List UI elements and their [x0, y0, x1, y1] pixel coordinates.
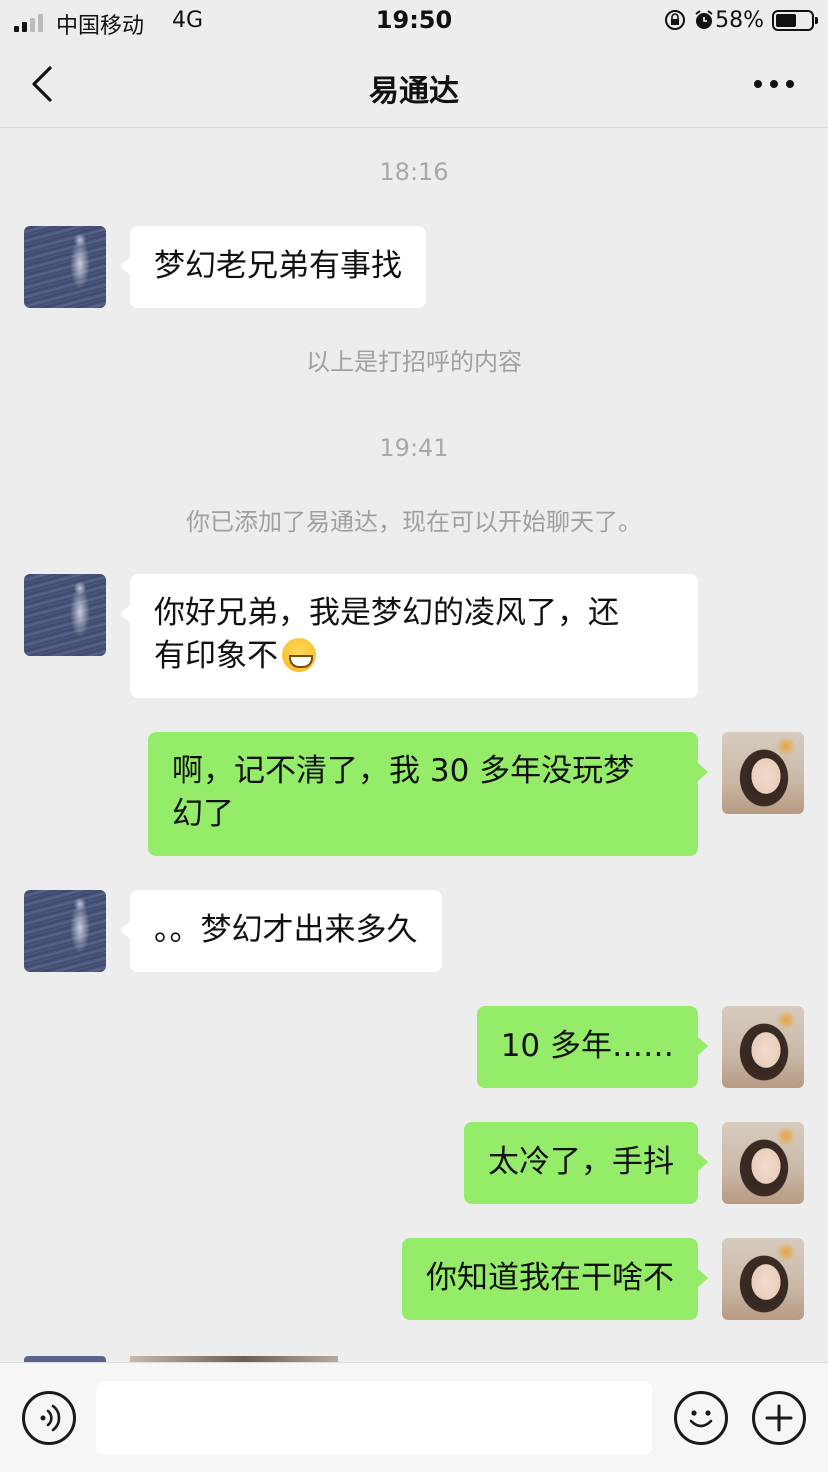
self-avatar[interactable]	[722, 1122, 804, 1204]
message-bubble-received[interactable]: 你好兄弟，我是梦幻的凌风了，还 有印象不	[120, 574, 698, 698]
contact-avatar[interactable]	[24, 226, 106, 308]
plus-icon[interactable]	[752, 1391, 806, 1445]
message-bubble-sent[interactable]: 你知道我在干啥不	[402, 1238, 708, 1320]
message-line: 幻了	[172, 796, 234, 832]
self-avatar[interactable]	[722, 1238, 804, 1320]
message-line: 你好兄弟，我是梦幻的凌风了，还	[154, 595, 619, 631]
message-bubble-sent[interactable]: 太冷了，手抖	[464, 1122, 708, 1204]
battery-icon	[772, 10, 818, 31]
system-message: 你已添加了易通达，现在可以开始聊天了。	[186, 508, 642, 536]
more-dots-icon[interactable]	[754, 74, 798, 94]
battery-percent: 58%	[715, 8, 764, 33]
chat-header: 易通达	[0, 44, 828, 128]
self-avatar[interactable]	[722, 1006, 804, 1088]
rotation-lock-and-alarm-icons	[664, 8, 716, 38]
message-line: 啊，记不清了，我 30 多年没玩梦	[172, 753, 635, 789]
voice-wave-icon	[40, 1404, 61, 1432]
input-bar	[0, 1362, 828, 1472]
timestamp: 19:41	[379, 434, 449, 462]
message-bubble-received[interactable]: 。。梦幻才出来多久	[120, 890, 442, 972]
rotation-lock-icon	[665, 10, 713, 30]
emoji-icon[interactable]	[674, 1391, 728, 1445]
message-line: 有印象不	[154, 635, 674, 678]
message-input[interactable]	[96, 1381, 652, 1455]
contact-avatar[interactable]	[24, 890, 106, 972]
system-message: 以上是打招呼的内容	[306, 348, 522, 376]
message-bubble-received[interactable]: 梦幻老兄弟有事找	[120, 226, 426, 308]
message-bubble-sent[interactable]: 10 多年……	[476, 1006, 709, 1088]
timestamp: 18:16	[379, 158, 449, 186]
self-avatar[interactable]	[722, 732, 804, 814]
voice-icon[interactable]	[22, 1391, 76, 1445]
message-bubble-sent[interactable]: 啊，记不清了，我 30 多年没玩梦 幻了	[148, 732, 708, 856]
message-text: 有印象不	[154, 638, 278, 674]
plus-sign-icon	[765, 1404, 793, 1432]
chat-title: 易通达	[369, 74, 459, 109]
smiley-face-icon	[689, 1410, 713, 1428]
status-bar: 中国移动 4G 19:50 58%	[0, 0, 828, 44]
grinning-face-emoji-icon	[282, 638, 316, 672]
contact-avatar[interactable]	[24, 574, 106, 656]
